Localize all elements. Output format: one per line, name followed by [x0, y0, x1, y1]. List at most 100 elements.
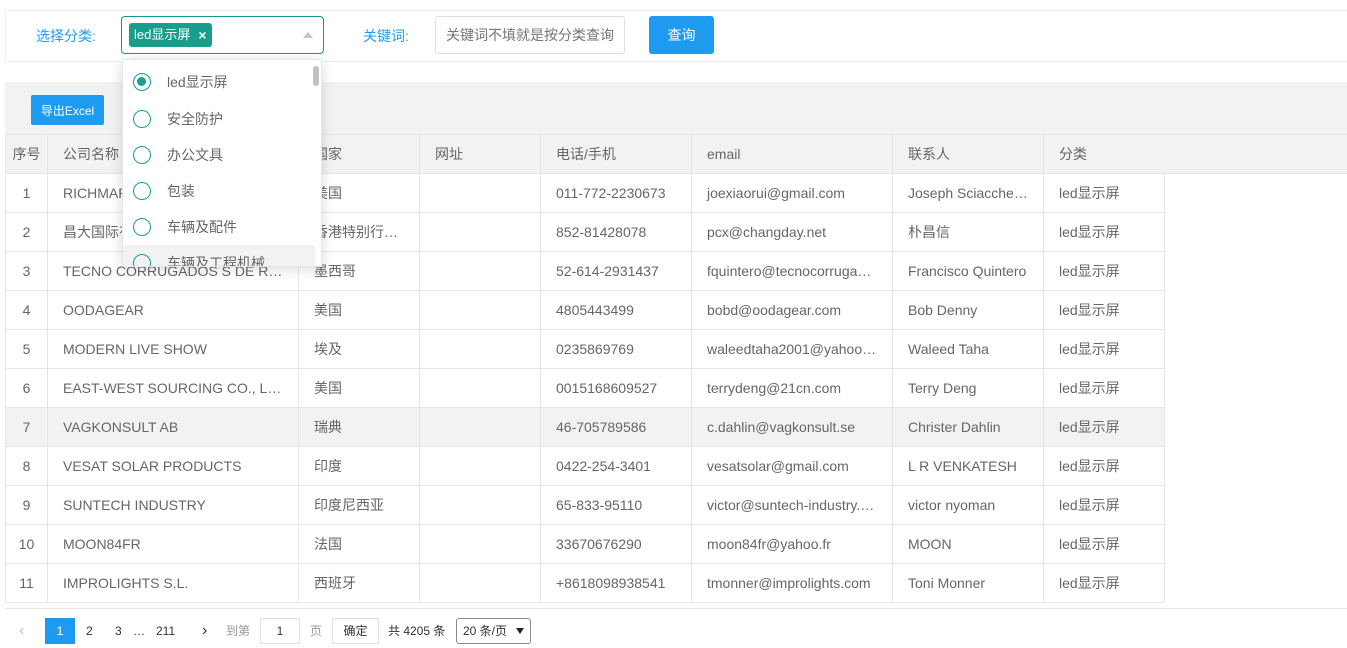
category-label: 选择分类: [36, 28, 96, 44]
table-header-filler [1164, 134, 1347, 174]
cell-company: VESAT SOLAR PRODUCTS [47, 446, 299, 486]
cell-email: fquintero@tecnocorruga… [691, 251, 893, 291]
header-index[interactable]: 序号 [5, 134, 48, 174]
goto-page-input[interactable]: 1 [260, 618, 300, 644]
dropdown-option[interactable]: led显示屏 [123, 64, 315, 100]
table-row[interactable]: 8 VESAT SOLAR PRODUCTS 印度 0422-254-3401 vesa… [5, 446, 1165, 486]
cell-contact: L R VENKATESH [892, 446, 1044, 486]
chevron-up-icon[interactable] [303, 32, 313, 38]
table-row[interactable]: 11 IMPROLIGHTS S.L. 西班牙 +8618098938541 tmonn… [5, 563, 1165, 603]
cell-phone: 011-772-2230673 [540, 173, 692, 213]
cell-contact: Francisco Quintero [892, 251, 1044, 291]
category-select[interactable]: led显示屏 × [121, 16, 324, 54]
cell-phone: 4805443499 [540, 290, 692, 330]
cell-website [419, 173, 541, 213]
cell-contact: MOON [892, 524, 1044, 564]
dropdown-option[interactable]: 安全防护 [123, 101, 315, 137]
cell-phone: 0235869769 [540, 329, 692, 369]
cell-email: c.dahlin@vagkonsult.se [691, 407, 893, 447]
cell-email: victor@suntech-industry.… [691, 485, 893, 525]
goto-confirm-button[interactable]: 确定 [332, 618, 379, 644]
page-ellipsis: … [133, 624, 145, 638]
cell-phone: 46-705789586 [540, 407, 692, 447]
cell-index: 4 [5, 290, 48, 330]
header-email[interactable]: email [691, 134, 893, 174]
cell-website [419, 524, 541, 564]
cell-email: joexiaorui@gmail.com [691, 173, 893, 213]
cell-category: led显示屏 [1043, 485, 1165, 525]
next-page-icon[interactable]: › [202, 618, 207, 644]
cell-email: tmonner@improlights.com [691, 563, 893, 603]
radio-icon[interactable] [133, 110, 151, 128]
category-dropdown: led显示屏 安全防护 办公文具 包装 车辆及配件 车辆及工程机械 [122, 59, 322, 267]
page-unit-label: 页 [310, 624, 323, 638]
page-button[interactable]: 3 [115, 618, 122, 644]
close-icon[interactable]: × [198, 23, 206, 47]
table-row[interactable]: 7 VAGKONSULT AB 瑞典 46-705789586 c.dahlin@vag… [5, 407, 1165, 447]
query-button[interactable]: 查询 [649, 16, 714, 54]
header-phone[interactable]: 电话/手机 [540, 134, 692, 174]
cell-category: led显示屏 [1043, 368, 1165, 408]
keyword-label: 关键词: [363, 28, 409, 44]
cell-country: 美国 [298, 368, 420, 408]
cell-index: 10 [5, 524, 48, 564]
cell-company: EAST-WEST SOURCING CO., L… [47, 368, 299, 408]
cell-index: 9 [5, 485, 48, 525]
cell-country: 埃及 [298, 329, 420, 369]
dropdown-scrollbar[interactable] [313, 66, 319, 86]
cell-contact: Terry Deng [892, 368, 1044, 408]
cell-phone: 52-614-2931437 [540, 251, 692, 291]
dropdown-option[interactable]: 办公文具 [123, 137, 315, 173]
table-row[interactable]: 10 MOON84FR 法国 33670676290 moon84fr@yahoo.fr… [5, 524, 1165, 564]
page-size-select[interactable]: 20 条/页 [456, 618, 531, 644]
table-row[interactable]: 5 MODERN LIVE SHOW 埃及 0235869769 waleedtaha2… [5, 329, 1165, 369]
cell-website [419, 251, 541, 291]
cell-category: led显示屏 [1043, 524, 1165, 564]
cell-contact: Bob Denny [892, 290, 1044, 330]
cell-index: 3 [5, 251, 48, 291]
prev-page-icon[interactable]: ‹ [19, 618, 24, 644]
table-row[interactable]: 9 SUNTECH INDUSTRY 印度尼西亚 65-833-95110 victor… [5, 485, 1165, 525]
dropdown-option-label: 车辆及工程机械 [167, 255, 265, 267]
goto-label: 到第 [226, 624, 251, 638]
radio-icon[interactable] [133, 254, 151, 266]
dropdown-option[interactable]: 包装 [123, 173, 315, 209]
radio-icon[interactable] [133, 146, 151, 164]
table-row[interactable]: 4 OODAGEAR 美国 4805443499 bobd@oodagear.com Bo… [5, 290, 1165, 330]
cell-phone: +8618098938541 [540, 563, 692, 603]
radio-icon[interactable] [133, 218, 151, 236]
selected-category-tag: led显示屏 × [129, 23, 212, 47]
cell-category: led显示屏 [1043, 446, 1165, 486]
keyword-input[interactable] [435, 16, 625, 54]
cell-contact: victor nyoman [892, 485, 1044, 525]
cell-country: 印度尼西亚 [298, 485, 420, 525]
cell-country: 法国 [298, 524, 420, 564]
dropdown-option-label: led显示屏 [167, 74, 228, 90]
page-button[interactable]: 2 [86, 618, 93, 644]
cell-website [419, 368, 541, 408]
cell-contact: Christer Dahlin [892, 407, 1044, 447]
cell-index: 8 [5, 446, 48, 486]
cell-category: led显示屏 [1043, 290, 1165, 330]
cell-category: led显示屏 [1043, 173, 1165, 213]
header-category[interactable]: 分类 [1043, 134, 1165, 174]
export-excel-button[interactable]: 导出Excel [31, 95, 104, 125]
cell-category: led显示屏 [1043, 407, 1165, 447]
cell-country: 瑞典 [298, 407, 420, 447]
header-contact[interactable]: 联系人 [892, 134, 1044, 174]
cell-website [419, 290, 541, 330]
page-button-last[interactable]: 211 [156, 618, 175, 644]
table-row[interactable]: 6 EAST-WEST SOURCING CO., L… 美国 00151686095… [5, 368, 1165, 408]
cell-category: led显示屏 [1043, 251, 1165, 291]
dropdown-option[interactable]: 车辆及工程机械 [123, 245, 315, 267]
cell-index: 1 [5, 173, 48, 213]
header-website[interactable]: 网址 [419, 134, 541, 174]
cell-email: moon84fr@yahoo.fr [691, 524, 893, 564]
page-button-active[interactable]: 1 [45, 618, 75, 644]
cell-email: terrydeng@21cn.com [691, 368, 893, 408]
radio-icon[interactable] [133, 182, 151, 200]
cell-company: OODAGEAR [47, 290, 299, 330]
radio-checked-icon[interactable] [133, 73, 151, 91]
cell-website [419, 329, 541, 369]
dropdown-option[interactable]: 车辆及配件 [123, 209, 315, 245]
